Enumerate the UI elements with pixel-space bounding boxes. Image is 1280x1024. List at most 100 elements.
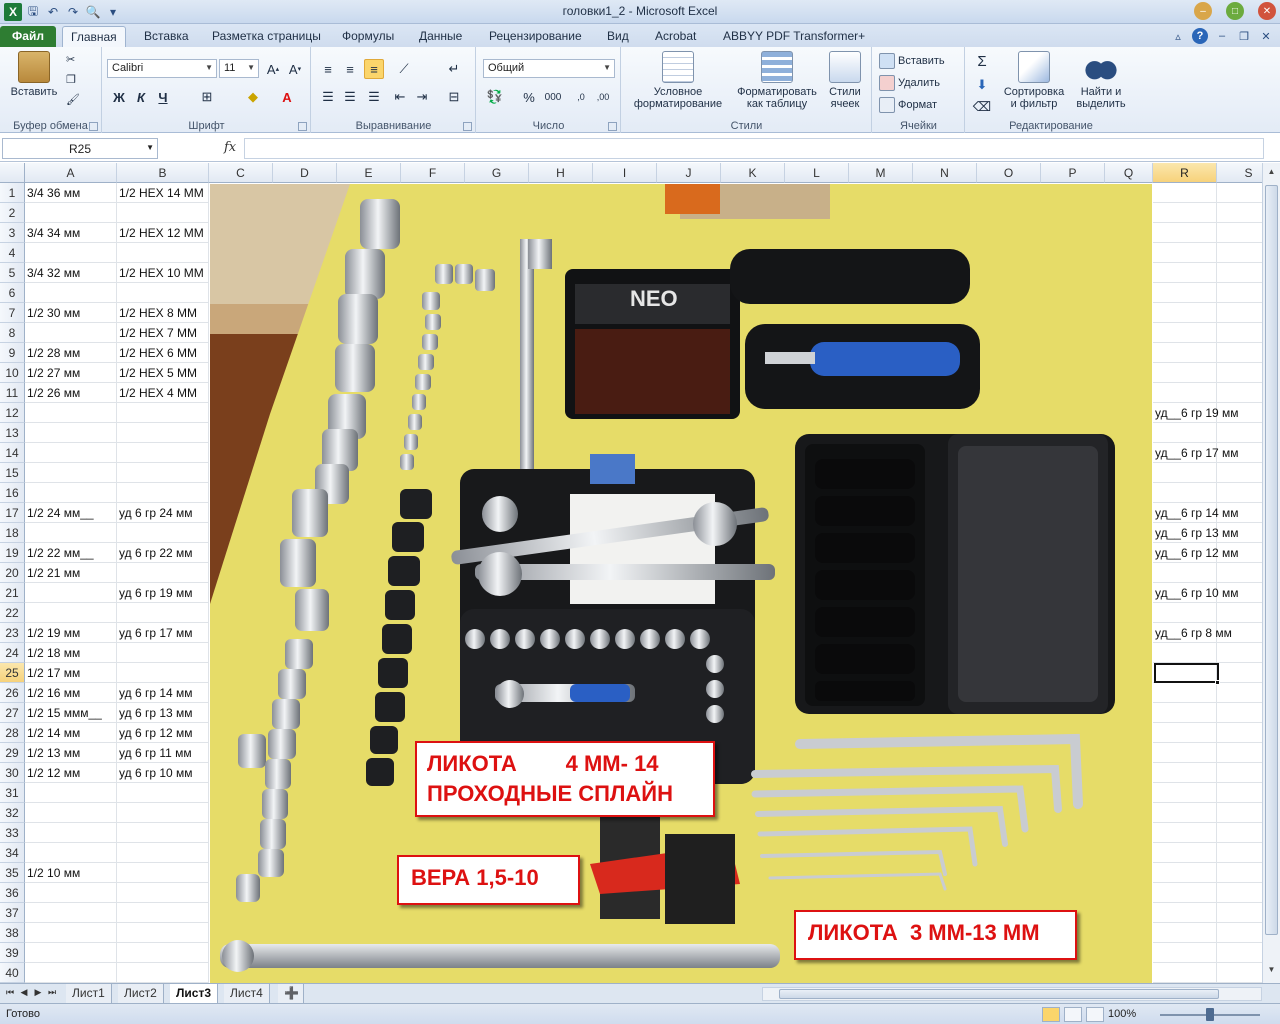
row-header-14[interactable]: 14 [0,443,25,463]
cell-value-B28[interactable]: уд 6 гр 12 мм [117,723,209,743]
align-top-icon[interactable]: ≡ [318,59,338,79]
column-header-Q[interactable]: Q [1105,163,1153,183]
cell-value-A3[interactable]: 3/4 34 мм [25,223,117,243]
conditional-formatting-button[interactable]: Условное форматирование [626,51,730,110]
close-button[interactable]: ✕ [1258,2,1276,20]
cell-S35[interactable] [1217,863,1262,883]
cell-B33[interactable] [117,823,209,843]
column-header-B[interactable]: B [117,163,209,183]
format-painter-button[interactable]: 🖌 [66,93,80,106]
cell-value-A26[interactable]: 1/2 16 мм [25,683,117,703]
row-header-34[interactable]: 34 [0,843,25,863]
cell-B16[interactable] [117,483,209,503]
shrink-font-icon[interactable]: A ▾ [285,59,305,79]
row-header-10[interactable]: 10 [0,363,25,383]
cell-B13[interactable] [117,423,209,443]
cell-A37[interactable] [25,903,117,923]
font-launcher-icon[interactable] [298,122,307,131]
number-format-combo[interactable]: Общий ▼ [483,59,615,78]
cell-A36[interactable] [25,883,117,903]
format-as-table-button[interactable]: Форматировать как таблицу [732,51,822,110]
row-header-7[interactable]: 7 [0,303,25,323]
row-header-20[interactable]: 20 [0,563,25,583]
row-header-4[interactable]: 4 [0,243,25,263]
cell-S20[interactable] [1217,563,1262,583]
decrease-decimal-icon[interactable]: ,00 [593,87,613,107]
doc-close-icon[interactable]: ✕ [1258,28,1274,44]
cell-B38[interactable] [117,923,209,943]
cell-R32[interactable] [1153,803,1217,823]
cell-A4[interactable] [25,243,117,263]
cell-B14[interactable] [117,443,209,463]
cell-R20[interactable] [1153,563,1217,583]
row-header-18[interactable]: 18 [0,523,25,543]
row-header-9[interactable]: 9 [0,343,25,363]
sheet-tab-4[interactable]: Лист4 [224,984,270,1003]
select-all-corner[interactable] [0,163,25,183]
name-box[interactable]: R25 ▼ [2,138,158,159]
cell-S33[interactable] [1217,823,1262,843]
clipboard-launcher-icon[interactable] [89,122,98,131]
sort-filter-button[interactable]: Сортировка и фильтр [1000,51,1068,110]
row-header-15[interactable]: 15 [0,463,25,483]
cell-R27[interactable] [1153,703,1217,723]
cell-R24[interactable] [1153,643,1217,663]
row-header-8[interactable]: 8 [0,323,25,343]
column-header-M[interactable]: M [849,163,913,183]
cell-value-B11[interactable]: 1/2 HEX 4 MM [117,383,209,403]
cell-value-A9[interactable]: 1/2 28 мм [25,343,117,363]
cell-R34[interactable] [1153,843,1217,863]
fill-icon[interactable]: ⬇ [972,75,992,95]
delete-cells-button[interactable]: Удалить [879,75,940,91]
row-header-31[interactable]: 31 [0,783,25,803]
row-header-21[interactable]: 21 [0,583,25,603]
cell-R2[interactable] [1153,203,1217,223]
orientation-icon[interactable]: ⟋ [394,59,414,79]
row-header-36[interactable]: 36 [0,883,25,903]
autosum-icon[interactable]: Σ [972,51,992,71]
cell-R30[interactable] [1153,763,1217,783]
cell-R40[interactable] [1153,963,1217,983]
cell-R28[interactable] [1153,723,1217,743]
cell-R22[interactable] [1153,603,1217,623]
tab-home[interactable]: Главная [62,26,126,47]
cell-value-R14[interactable]: уд__6 гр 17 мм [1153,443,1262,463]
sheet-tab-2[interactable]: Лист2 [118,984,164,1003]
cell-S30[interactable] [1217,763,1262,783]
worksheet-grid[interactable]: 40 39 38 37 36 35 34 33 32 31 30 29 28 27 26 25 24 23 22 21… [0,163,1262,983]
horizontal-scrollbar[interactable] [762,987,1262,1001]
cell-A16[interactable] [25,483,117,503]
number-launcher-icon[interactable] [608,122,617,131]
page-layout-view-icon[interactable] [1064,1007,1082,1022]
cell-value-A1[interactable]: 3/4 36 мм [25,183,117,203]
bold-button[interactable]: Ж [109,87,129,107]
cell-B15[interactable] [117,463,209,483]
align-left-icon[interactable]: ☰ [318,87,338,107]
cell-S9[interactable] [1217,343,1262,363]
cell-A40[interactable] [25,963,117,983]
doc-restore-icon[interactable]: ❐ [1236,28,1252,44]
cell-value-A28[interactable]: 1/2 14 мм [25,723,117,743]
column-header-D[interactable]: D [273,163,337,183]
cell-A15[interactable] [25,463,117,483]
cell-B25[interactable] [117,663,209,683]
cell-A32[interactable] [25,803,117,823]
tab-file[interactable]: Файл [0,26,56,47]
cut-button[interactable]: ✂ [66,53,75,66]
cell-R33[interactable] [1153,823,1217,843]
column-header-F[interactable]: F [401,163,465,183]
cell-S13[interactable] [1217,423,1262,443]
cell-S2[interactable] [1217,203,1262,223]
row-header-19[interactable]: 19 [0,543,25,563]
cell-R35[interactable] [1153,863,1217,883]
row-header-40[interactable]: 40 [0,963,25,983]
cell-S32[interactable] [1217,803,1262,823]
insert-cells-button[interactable]: Вставить [879,53,945,69]
column-header-L[interactable]: L [785,163,849,183]
cell-value-B5[interactable]: 1/2 HEX 10 MM [117,263,209,283]
cell-value-A20[interactable]: 1/2 21 мм [25,563,117,583]
cell-value-A17[interactable]: 1/2 24 мм__ [25,503,117,523]
cell-B18[interactable] [117,523,209,543]
cell-value-B27[interactable]: уд 6 гр 13 мм [117,703,209,723]
cell-value-A7[interactable]: 1/2 30 мм [25,303,117,323]
